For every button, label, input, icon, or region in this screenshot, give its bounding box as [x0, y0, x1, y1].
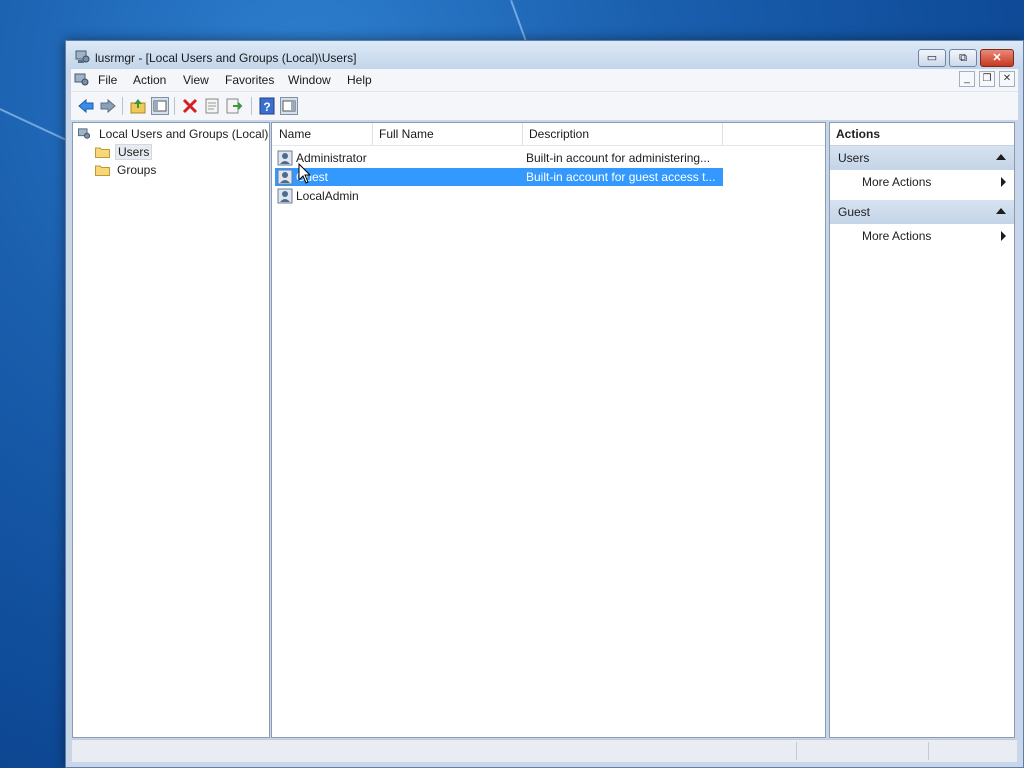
- menu-window[interactable]: Window: [288, 73, 331, 87]
- column-header-name[interactable]: Name: [273, 123, 373, 145]
- collapse-icon[interactable]: [996, 208, 1006, 214]
- user-list-pane: Name Full Name Description Administrator…: [271, 122, 826, 738]
- menu-action[interactable]: Action: [133, 73, 166, 87]
- up-one-level-icon[interactable]: [129, 97, 147, 115]
- computer-management-icon: [75, 50, 90, 63]
- more-actions-guest[interactable]: More Actions: [862, 226, 1014, 246]
- tree-root-label: Local Users and Groups (Local): [99, 127, 269, 141]
- header-divider: [272, 145, 825, 146]
- console-icon[interactable]: [74, 72, 90, 88]
- user-description: Built-in account for guest access t...: [526, 170, 716, 184]
- restore-button[interactable]: ⧉: [949, 49, 977, 67]
- more-actions-label: More Actions: [862, 175, 932, 189]
- user-icon: [277, 150, 293, 166]
- submenu-arrow-icon: [1001, 231, 1006, 241]
- tree-item-label: Users: [115, 144, 153, 160]
- folder-icon: [95, 165, 110, 176]
- menu-file[interactable]: File: [98, 73, 117, 87]
- status-segment: [928, 742, 929, 760]
- actions-title: Actions: [830, 123, 1014, 146]
- actions-group-label: Guest: [838, 205, 871, 219]
- user-name: LocalAdmin: [296, 189, 359, 203]
- window-title: lusrmgr - [Local Users and Groups (Local…: [95, 51, 357, 65]
- export-list-icon[interactable]: [225, 97, 243, 115]
- more-actions-users[interactable]: More Actions: [862, 172, 1014, 192]
- status-bar: [72, 739, 1017, 762]
- toolbar: ?: [71, 91, 1018, 120]
- collapse-icon[interactable]: [996, 154, 1006, 160]
- minimize-icon: ▭: [926, 52, 938, 64]
- show-hide-action-pane-icon[interactable]: [280, 97, 298, 115]
- console-tree-pane: Local Users and Groups (Local) Users Gro…: [72, 122, 270, 738]
- mdi-close-button[interactable]: ✕: [999, 71, 1015, 87]
- mdi-minimize-button[interactable]: _: [959, 71, 975, 87]
- more-actions-label: More Actions: [862, 229, 932, 243]
- actions-pane: Actions Users More Actions Guest More Ac…: [829, 122, 1015, 738]
- lusrmgr-window: lusrmgr - [Local Users and Groups (Local…: [65, 40, 1024, 768]
- menu-view[interactable]: View: [183, 73, 209, 87]
- show-hide-console-tree-icon[interactable]: [151, 97, 169, 115]
- computer-management-icon: [78, 128, 91, 139]
- delete-icon[interactable]: [181, 97, 199, 115]
- desktop-light-streak: [0, 108, 73, 144]
- toolbar-separator: [122, 97, 123, 115]
- forward-icon[interactable]: [99, 97, 117, 115]
- user-icon: [277, 169, 293, 185]
- help-icon[interactable]: ?: [258, 97, 276, 115]
- mdi-restore-button[interactable]: ❐: [979, 71, 995, 87]
- toolbar-separator: [174, 97, 175, 115]
- properties-icon[interactable]: [203, 97, 221, 115]
- user-description: Built-in account for administering...: [526, 151, 711, 165]
- desktop-light-streak: [510, 0, 528, 43]
- status-segment: [796, 742, 797, 760]
- svg-text:?: ?: [263, 100, 270, 114]
- tree-item-label: Groups: [117, 163, 157, 177]
- close-button[interactable]: ✕: [980, 49, 1014, 67]
- menu-help[interactable]: Help: [347, 73, 372, 87]
- column-header-full-name[interactable]: Full Name: [373, 123, 523, 145]
- folder-icon: [95, 147, 110, 158]
- menu-favorites[interactable]: Favorites: [225, 73, 274, 87]
- column-header-description[interactable]: Description: [523, 123, 723, 145]
- table-row-guest[interactable]: Guest Built-in account for guest access …: [275, 168, 723, 186]
- menu-bar: File Action View Favorites Window Help _…: [71, 69, 1018, 91]
- submenu-arrow-icon: [1001, 177, 1006, 187]
- restore-icon: ⧉: [959, 52, 967, 64]
- close-icon: ✕: [992, 52, 1002, 64]
- actions-group-guest[interactable]: Guest: [830, 200, 1014, 224]
- table-row-administrator[interactable]: Administrator Built-in account for admin…: [275, 149, 723, 167]
- table-row-localadmin[interactable]: LocalAdmin: [275, 187, 723, 205]
- back-icon[interactable]: [77, 97, 95, 115]
- user-icon: [277, 188, 293, 204]
- actions-group-users[interactable]: Users: [830, 146, 1014, 170]
- title-bar[interactable]: lusrmgr - [Local Users and Groups (Local…: [66, 41, 1023, 69]
- toolbar-separator: [251, 97, 252, 115]
- actions-group-label: Users: [838, 151, 870, 165]
- minimize-button[interactable]: ▭: [918, 49, 946, 67]
- mouse-cursor-icon: [298, 163, 312, 184]
